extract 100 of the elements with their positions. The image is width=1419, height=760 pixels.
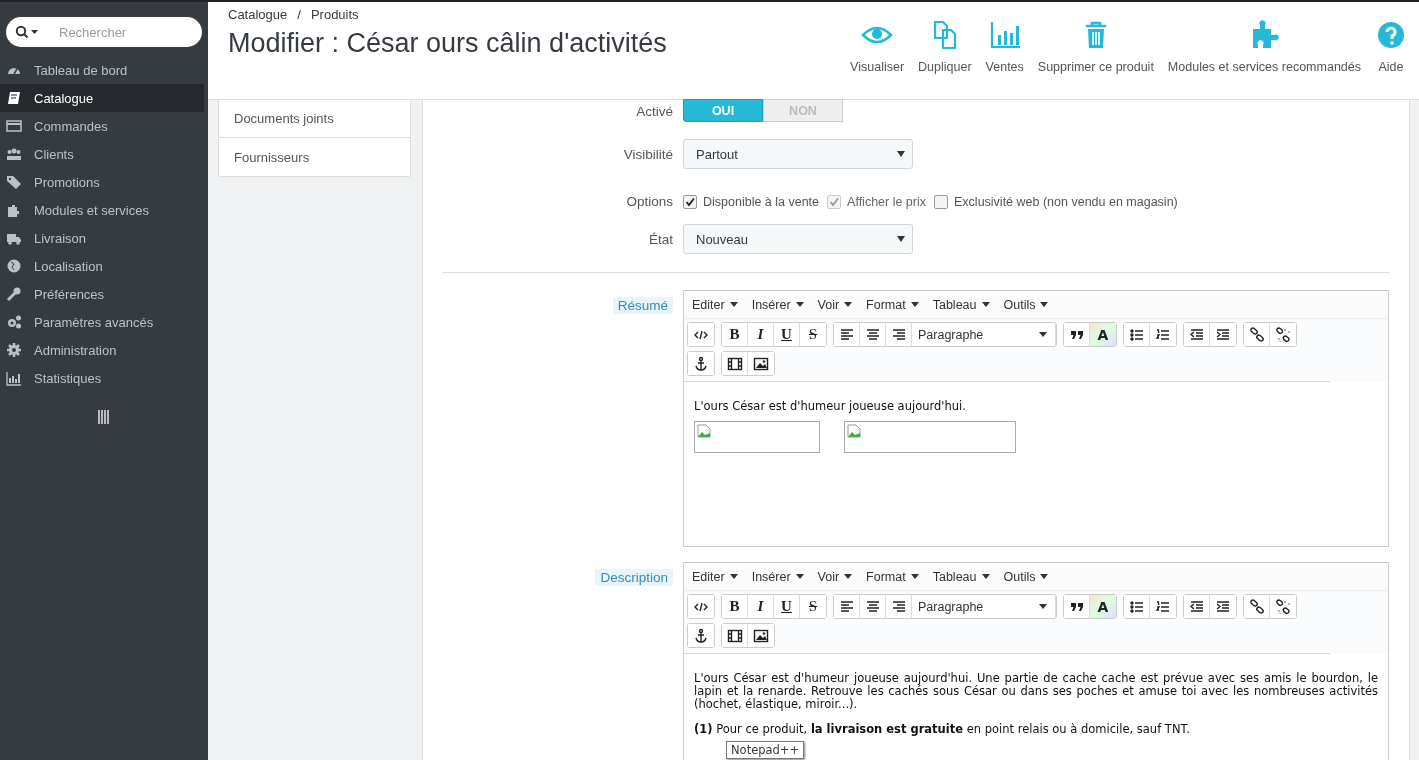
code-button[interactable]: [688, 323, 714, 346]
toolbar-action[interactable]: Aide: [1375, 19, 1407, 74]
breadcrumb-link[interactable]: Catalogue: [228, 7, 288, 22]
sidebar-item[interactable]: Paramètres avancés: [0, 308, 208, 336]
align-left-button[interactable]: [834, 323, 860, 346]
editor-menu[interactable]: Tableau: [932, 297, 990, 312]
help-icon: [1375, 19, 1407, 51]
visibility-select[interactable]: Partout: [683, 139, 913, 169]
caret-icon: [910, 574, 919, 579]
align-right-icon: [890, 598, 907, 615]
align-left-icon: [838, 326, 855, 343]
book-icon: [6, 90, 22, 106]
sidebar-item[interactable]: Statistiques: [0, 364, 208, 392]
caret-icon: [981, 302, 990, 307]
anchor-icon: [693, 627, 709, 644]
checkbox-label: Afficher le prix: [847, 194, 926, 209]
toolbar-action[interactable]: Supprimer ce produit: [1037, 19, 1154, 74]
indent-icon: [1215, 326, 1231, 343]
numbered-list-icon: [1155, 598, 1171, 615]
field-label: Options: [626, 194, 673, 209]
caret-icon: [1039, 332, 1047, 337]
film-button[interactable]: [722, 624, 748, 647]
editor-menu[interactable]: Editer: [692, 569, 738, 584]
editor-menu[interactable]: Outils: [1003, 297, 1049, 312]
checkbox-label: Exclusivité web (non vendu en magasin): [954, 194, 1178, 209]
breadcrumb-link[interactable]: Produits: [310, 7, 359, 22]
search-field[interactable]: Rechercher: [6, 17, 202, 47]
sidebar-item[interactable]: Catalogue: [0, 84, 204, 112]
indent-icon: [1215, 598, 1231, 615]
caret-icon: [729, 574, 738, 579]
sidebar-item[interactable]: Clients: [0, 140, 208, 168]
sidebar-item[interactable]: Livraison: [0, 224, 208, 252]
code-button[interactable]: [688, 595, 714, 618]
toolbar-action[interactable]: Modules et services recommandés: [1167, 19, 1361, 74]
condition-select[interactable]: Nouveau: [683, 224, 913, 254]
text-color-button[interactable]: A: [1090, 595, 1116, 618]
outdent-button[interactable]: [1184, 323, 1210, 346]
checkbox-label: Disponible à la vente: [703, 194, 820, 209]
paragraph: L'ours César est d'humeur joueuse aujourd'hui. Une partie de cache cache est prévue avec ses amis le bourdon, le lapin et la renarde. Retrouve les cachés sous César ou dans ses poches et amuse toi avec les nombreuses activités (hochet, élastique, miroir...).: [694, 672, 1378, 711]
editor-menu[interactable]: Tableau: [932, 569, 990, 584]
sidebar-item[interactable]: Administration: [0, 336, 208, 364]
editor-menu[interactable]: Format: [866, 297, 919, 312]
sidebar-item[interactable]: Tableau de bord: [0, 56, 208, 84]
search-icon[interactable]: [15, 25, 39, 39]
editor-menu[interactable]: Outils: [1003, 569, 1049, 584]
bullet-list-button[interactable]: [1124, 595, 1150, 618]
quote-button[interactable]: [1064, 595, 1090, 618]
sidebar-item[interactable]: Modules et services: [0, 196, 208, 224]
align-right-icon: [890, 326, 907, 343]
bar-chart-icon: [6, 370, 22, 386]
sidebar-item[interactable]: Préférences: [0, 280, 208, 308]
editor-menu[interactable]: Format: [866, 569, 919, 584]
outdent-icon: [1188, 326, 1205, 343]
align-left-icon: [838, 598, 855, 615]
link-button[interactable]: [1244, 595, 1270, 618]
toolbar-action[interactable]: Visualiser: [850, 19, 905, 74]
editor-menu[interactable]: Insérer: [751, 569, 804, 584]
bullet-list-button[interactable]: [1124, 323, 1150, 346]
editor-menu[interactable]: Voir: [817, 569, 853, 584]
checkbox[interactable]: [683, 194, 697, 209]
toolbar-action[interactable]: Dupliquer: [918, 19, 972, 74]
outdent-button[interactable]: [1184, 595, 1210, 618]
anchor-button[interactable]: [688, 352, 714, 375]
editor-content[interactable]: [684, 654, 1388, 760]
link-icon: [1248, 598, 1265, 615]
image-icon: [753, 627, 769, 644]
search-input[interactable]: Rechercher: [57, 23, 191, 41]
link-icon: [1248, 326, 1265, 343]
caret-icon: [844, 574, 853, 579]
sidebar-item[interactable]: Localisation: [0, 252, 208, 280]
anchor-button[interactable]: [688, 624, 714, 647]
sidebar-item[interactable]: Promotions: [0, 168, 208, 196]
paragraph: L'ours César est d'humeur joueuse aujourd'hui.: [694, 400, 967, 413]
checkbox[interactable]: [934, 194, 948, 209]
editor-menu[interactable]: Insérer: [751, 297, 804, 312]
card-icon: [6, 118, 22, 134]
bullet-list-icon: [1128, 326, 1145, 343]
wrench-icon: [6, 286, 22, 302]
quote-button[interactable]: [1064, 323, 1090, 346]
toolbar-action[interactable]: Ventes: [985, 19, 1024, 74]
editor-content[interactable]: L'ours César est d'humeur joueuse aujourd'hui.: [684, 382, 1388, 546]
page-title: Modifier : César ours câlin d'activités: [228, 28, 667, 59]
editor-menu[interactable]: Editer: [692, 297, 738, 312]
film-button[interactable]: [722, 352, 748, 375]
text-color-button[interactable]: A: [1090, 323, 1116, 346]
gear-icon: [6, 342, 22, 358]
broken-image-icon: [847, 424, 861, 438]
sidebar-item[interactable]: Commandes: [0, 112, 208, 140]
link-button[interactable]: [1244, 323, 1270, 346]
breadcrumb-separator: /: [297, 7, 301, 22]
globe-icon: [6, 258, 22, 274]
align-left-button[interactable]: [834, 595, 860, 618]
field-label: État: [649, 231, 673, 247]
tooltip: Notepad++: [726, 741, 805, 759]
editor-menu[interactable]: Voir: [817, 297, 853, 312]
format-button[interactable]: B: [722, 595, 748, 618]
caret-icon: [844, 302, 853, 307]
bullet-list-icon: [1128, 598, 1145, 615]
collapse-icon[interactable]: [98, 410, 110, 424]
format-button[interactable]: B: [722, 323, 748, 346]
